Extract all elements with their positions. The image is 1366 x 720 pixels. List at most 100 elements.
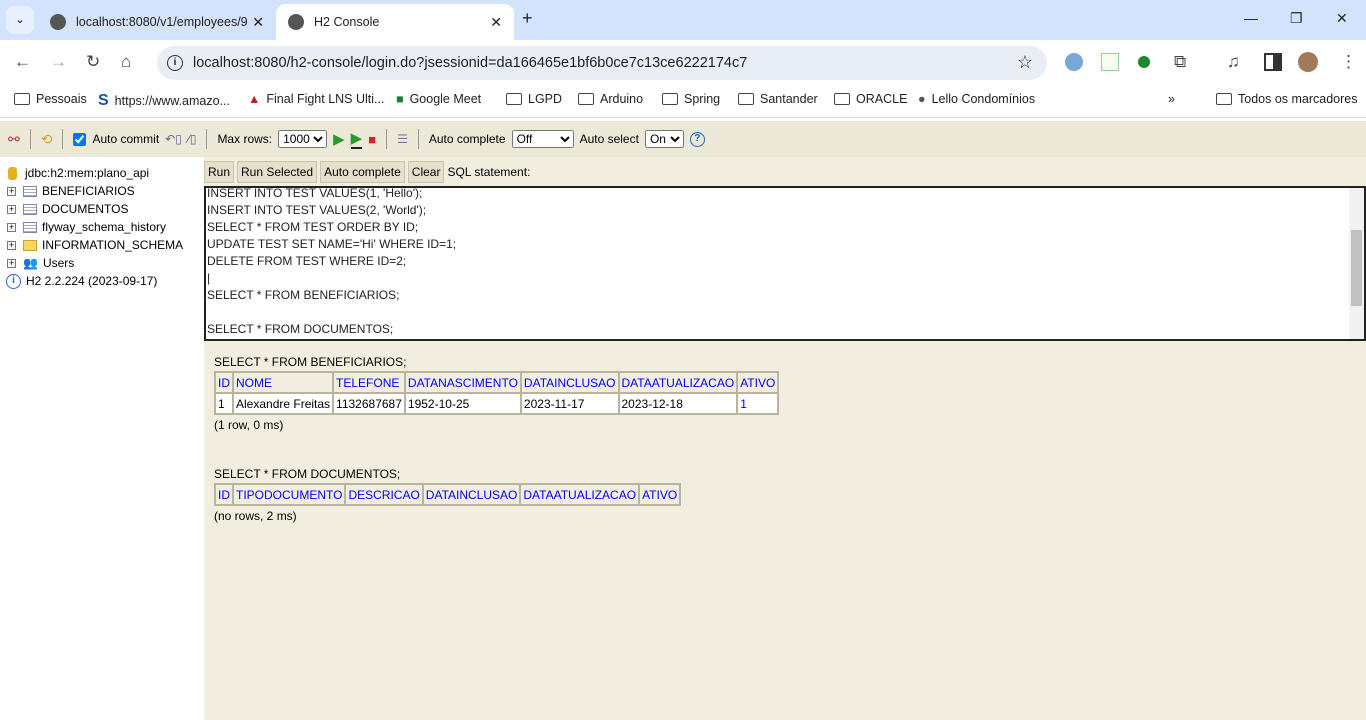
game-icon: ▲: [248, 92, 261, 106]
menu-icon[interactable]: ⋮: [1340, 52, 1357, 72]
folder-icon: [14, 93, 30, 105]
bookmark[interactable]: Shttps://www.amazo...: [98, 92, 230, 110]
sql-editor[interactable]: INSERT INTO TEST VALUES(1, 'Hello'); INS…: [204, 186, 1366, 341]
max-rows-label: Max rows:: [217, 132, 273, 146]
bookmark[interactable]: ■ Google Meet: [396, 92, 481, 106]
back-icon[interactable]: ←: [14, 52, 31, 72]
bookmark[interactable]: Pessoais: [14, 92, 87, 106]
extensions-puzzle-icon[interactable]: ⧉: [1174, 52, 1186, 72]
sql-text: INSERT INTO TEST VALUES(1, 'Hello'); INS…: [207, 186, 457, 336]
close-tab-icon[interactable]: ✕: [490, 14, 502, 31]
column-header[interactable]: DATAATUALIZACAO: [519, 483, 641, 506]
stop-icon[interactable]: ■: [368, 132, 376, 147]
column-header[interactable]: NOME: [231, 371, 335, 394]
run-selected-icon[interactable]: ▶: [350, 129, 363, 149]
tab-title: localhost:8080/v1/employees/9: [76, 15, 248, 29]
connection-node[interactable]: jdbc:h2:mem:plano_api: [0, 164, 204, 182]
column-header[interactable]: ID: [214, 483, 234, 506]
tree-item-users[interactable]: + 👥 Users: [0, 254, 204, 272]
column-header[interactable]: DATAINCLUSAO: [421, 483, 522, 506]
tree-item-beneficiarios[interactable]: + BENEFICIARIOS: [0, 182, 204, 200]
max-rows-select[interactable]: 1000: [278, 130, 328, 148]
clear-button[interactable]: Clear: [407, 161, 445, 183]
column-header[interactable]: DESCRICAO: [344, 483, 424, 506]
address-bar[interactable]: i localhost:8080/h2-console/login.do?jses…: [157, 46, 1047, 80]
folder-icon: [578, 93, 594, 105]
run-button[interactable]: Run: [204, 161, 235, 183]
column-header[interactable]: DATANASCIMENTO: [403, 371, 522, 394]
expand-icon[interactable]: +: [7, 186, 16, 196]
scrollbar[interactable]: [1349, 188, 1364, 339]
run-selected-button[interactable]: Run Selected: [237, 161, 318, 183]
tree-item-flyway[interactable]: + flyway_schema_history: [0, 218, 204, 236]
help-icon[interactable]: ?: [689, 131, 705, 147]
column-header[interactable]: ATIVO: [638, 483, 682, 506]
version-node: i H2 2.2.224 (2023-09-17): [0, 272, 204, 290]
auto-select-select[interactable]: On: [644, 130, 684, 148]
result-table: ID NOME TELEFONE DATANASCIMENTO DATAINCLUSAO…: [214, 371, 780, 415]
extension-icon[interactable]: [1101, 53, 1119, 71]
close-tab-icon[interactable]: ✕: [252, 14, 264, 31]
folder-icon: [834, 93, 850, 105]
bookmark[interactable]: Spring: [662, 92, 720, 106]
side-panel-icon[interactable]: [1264, 53, 1282, 71]
new-tab-button[interactable]: +: [522, 8, 533, 29]
column-header[interactable]: ID: [214, 371, 234, 394]
tab-h2-console[interactable]: H2 Console ✕: [276, 4, 514, 40]
restore-button[interactable]: ❐: [1290, 10, 1303, 27]
tree-item-information-schema[interactable]: + INFORMATION_SCHEMA: [0, 236, 204, 254]
disconnect-icon[interactable]: ⚯: [8, 131, 20, 148]
bookmark[interactable]: ● Lello Condomínios: [918, 92, 1035, 106]
column-header[interactable]: ATIVO: [736, 371, 780, 394]
separator: [62, 129, 64, 149]
expand-icon[interactable]: +: [7, 204, 16, 214]
rollback-icon[interactable]: ↶▯: [165, 132, 182, 146]
folder-icon: [738, 93, 754, 105]
bookmark[interactable]: Arduino: [578, 92, 643, 106]
expand-icon[interactable]: +: [7, 222, 16, 232]
column-header[interactable]: DATAATUALIZACAO: [617, 371, 739, 394]
auto-complete-select[interactable]: Off: [511, 130, 574, 148]
result-status: (no rows, 2 ms): [214, 509, 297, 523]
tab-search-button[interactable]: ⌄: [6, 6, 34, 34]
commit-icon[interactable]: ⁄▯: [188, 132, 197, 146]
scrollbar-thumb[interactable]: [1351, 230, 1362, 306]
bookmark-star-icon[interactable]: ☆: [1017, 52, 1033, 73]
bookmark[interactable]: Santander: [738, 92, 818, 106]
table-row: 1 Alexandre Freitas 1132687687 1952-10-25 20…: [214, 392, 780, 415]
table-cell: 1: [214, 392, 234, 415]
more-bookmarks-button[interactable]: »: [1168, 92, 1175, 106]
auto-commit-checkbox[interactable]: [73, 132, 87, 146]
avatar[interactable]: [1298, 52, 1318, 72]
expand-icon[interactable]: +: [7, 240, 16, 250]
bookmark[interactable]: LGPD: [506, 92, 562, 106]
expand-icon[interactable]: +: [7, 258, 16, 268]
bookmark[interactable]: ORACLE: [834, 92, 907, 106]
refresh-icon[interactable]: ⟲: [41, 131, 53, 148]
database-icon: [8, 166, 17, 180]
home-icon[interactable]: ⌂: [121, 52, 131, 72]
minimize-button[interactable]: —: [1244, 10, 1258, 26]
site-info-icon[interactable]: i: [167, 55, 183, 71]
extension-icon[interactable]: [1065, 53, 1083, 71]
forward-icon[interactable]: →: [50, 52, 67, 72]
table-icon: [23, 221, 37, 233]
tab-employees[interactable]: localhost:8080/v1/employees/9 ✕: [38, 4, 276, 40]
extension-icon[interactable]: [1138, 56, 1150, 68]
all-bookmarks[interactable]: Todos os marcadores: [1216, 92, 1358, 106]
close-window-button[interactable]: ✕: [1336, 10, 1348, 27]
tree-item-documentos[interactable]: + DOCUMENTOS: [0, 200, 204, 218]
auto-complete-button[interactable]: Auto complete: [320, 161, 405, 183]
bookmark[interactable]: ▲ Final Fight LNS Ulti...: [248, 92, 384, 106]
query-panel: Run Run Selected Auto complete Clear SQL…: [204, 157, 1366, 720]
history-icon[interactable]: ☰: [397, 132, 408, 146]
s-icon: S: [98, 92, 109, 109]
media-icon[interactable]: ♫: [1227, 52, 1240, 72]
reload-icon[interactable]: ↻: [86, 52, 100, 72]
result-query: SELECT * FROM BENEFICIARIOS;: [214, 355, 407, 369]
column-header[interactable]: DATAINCLUSAO: [519, 371, 620, 394]
column-header[interactable]: TELEFONE: [332, 371, 406, 394]
bookmark-label: Spring: [684, 92, 721, 106]
run-icon[interactable]: ▶: [333, 130, 345, 148]
column-header[interactable]: TIPODOCUMENTO: [231, 483, 347, 506]
